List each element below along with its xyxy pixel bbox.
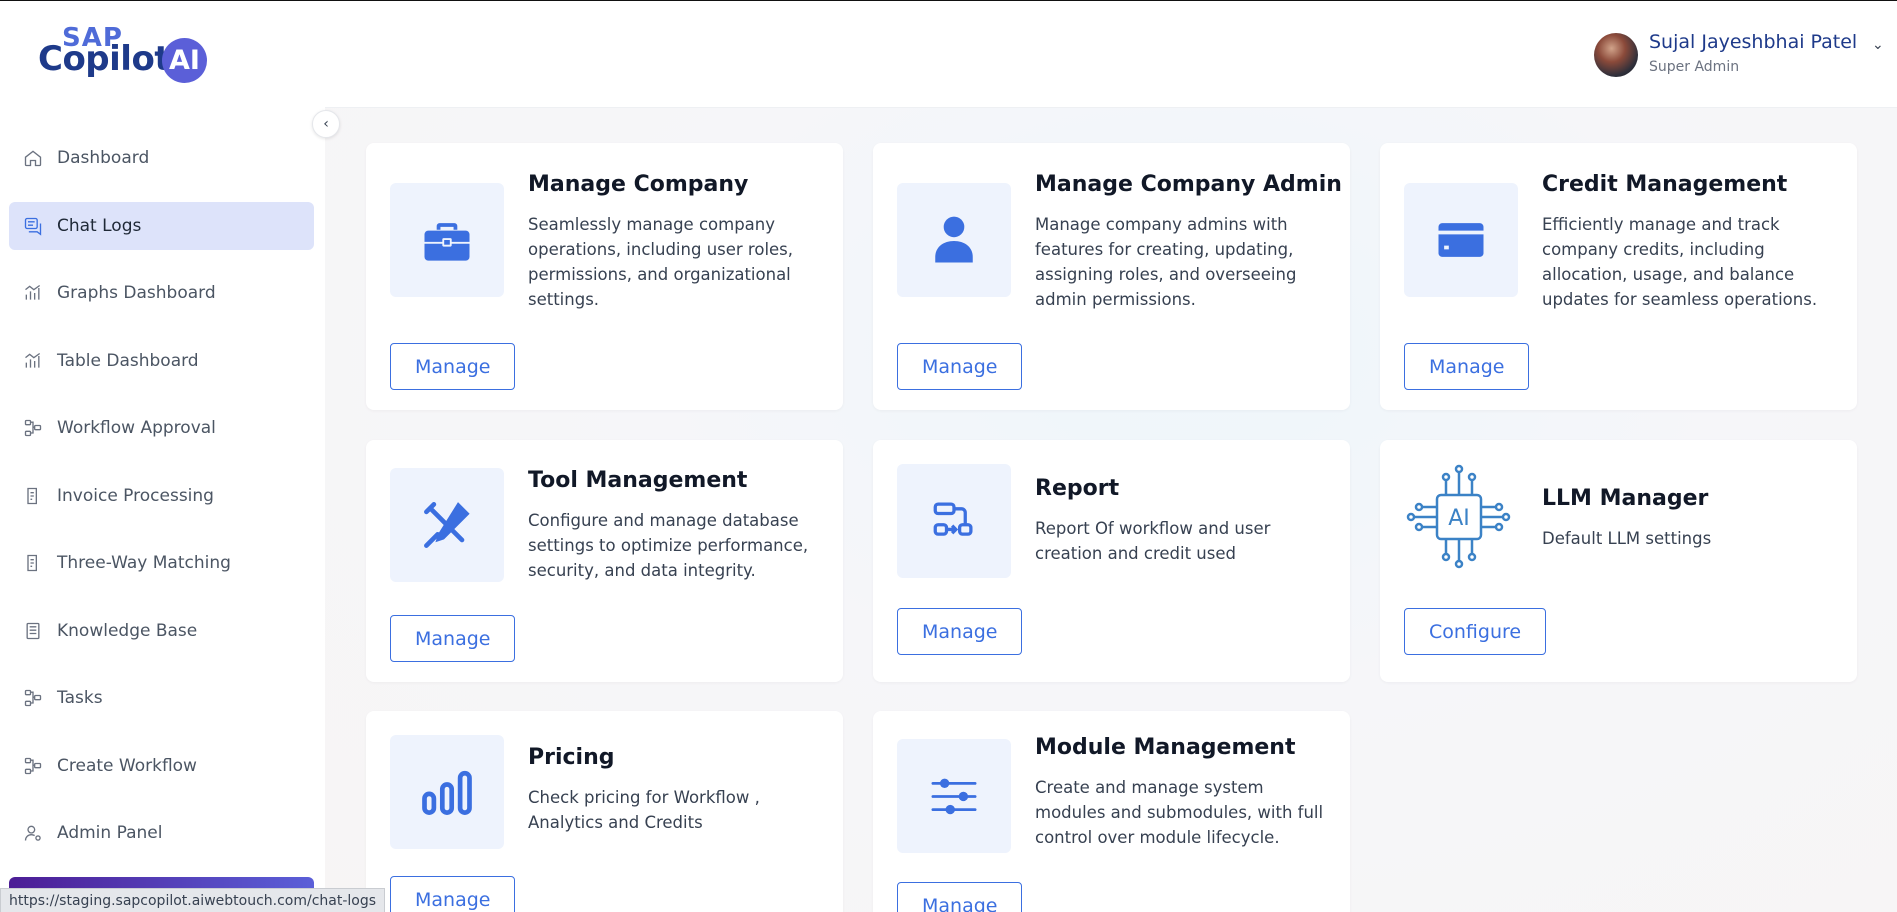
sidebar-item-create-workflow[interactable]: Create Workflow: [9, 742, 314, 790]
card-description: Configure and manage database settings t…: [528, 511, 809, 580]
svg-text:AI: AI: [1448, 506, 1470, 531]
configure-llm-button[interactable]: Configure: [1404, 608, 1547, 655]
card-module-management: Module Management Create and manage syst…: [873, 711, 1350, 912]
user-name: Sujal Jayeshbhai Patel: [1649, 31, 1858, 53]
sidebar-item-workflow-approval[interactable]: Workflow Approval: [9, 404, 314, 452]
sidebar-item-label: Graphs Dashboard: [57, 283, 216, 303]
card-title: Pricing: [528, 745, 615, 770]
card-description: Manage company admins with features for …: [1035, 215, 1297, 309]
card-description: Default LLM settings: [1542, 529, 1712, 548]
sidebar-item-graphs-dashboard[interactable]: Graphs Dashboard: [9, 269, 314, 317]
tools-icon: [390, 468, 504, 582]
sidebar-item-dashboard[interactable]: Dashboard: [9, 134, 314, 182]
user-role: Super Admin: [1649, 59, 1740, 75]
manage-modules-button[interactable]: Manage: [897, 882, 1023, 912]
sidebar-item-label: Table Dashboard: [57, 350, 199, 371]
user-gear-icon: [23, 823, 43, 843]
card-title: Manage Company Admin: [1035, 172, 1342, 197]
sliders-icon: [897, 739, 1011, 853]
book-icon: [23, 621, 43, 641]
card-title: Manage Company: [528, 172, 749, 197]
sidebar-item-label: Workflow Approval: [57, 418, 216, 438]
sidebar-item-label: Knowledge Base: [57, 620, 198, 641]
manage-tools-button[interactable]: Manage: [390, 615, 516, 662]
card-description: Seamlessly manage company operations, in…: [528, 215, 794, 309]
avatar: [1594, 33, 1638, 77]
logo-bubble-tail: [192, 71, 202, 81]
card-tool-management: Tool Management Configure and manage dat…: [366, 440, 843, 682]
ai-chip-icon: AI: [1404, 462, 1514, 572]
sidebar-item-tasks[interactable]: Tasks: [9, 674, 314, 722]
sidebar-item-label: Dashboard: [57, 148, 150, 168]
sidebar-item-label: Chat Logs: [57, 215, 142, 236]
browser-status-url: https://staging.sapcopilot.aiwebtouch.co…: [0, 888, 386, 912]
card-title: Credit Management: [1542, 172, 1788, 197]
bar-chart-icon: [23, 283, 43, 303]
sidebar: SAP Copilot AI Dashboard Chat Logs Graph…: [0, 1, 325, 912]
workflow-icon: [23, 688, 43, 708]
chevron-down-icon: ⌄: [1872, 37, 1884, 53]
pricing-bars-icon: [390, 735, 504, 849]
manage-company-button[interactable]: Manage: [390, 343, 516, 390]
document-icon: [23, 553, 43, 573]
card-description: Create and manage system modules and sub…: [1035, 778, 1324, 847]
document-icon: [23, 486, 43, 506]
sidebar-nav: Dashboard Chat Logs Graphs Dashboard Tab…: [9, 134, 314, 877]
manage-pricing-button[interactable]: Manage: [390, 876, 516, 912]
card-title: LLM Manager: [1542, 486, 1709, 511]
card-manage-company-admin: Manage Company Admin Manage company admi…: [873, 143, 1350, 410]
sidebar-item-chat-logs[interactable]: Chat Logs: [9, 201, 314, 250]
card-title: Report: [1035, 476, 1120, 501]
card-pricing: Pricing Check pricing for Workflow , Ana…: [366, 711, 843, 912]
chat-icon: [23, 216, 43, 236]
card-description: Efficiently manage and track company cre…: [1542, 215, 1818, 309]
sidebar-item-label: Create Workflow: [57, 755, 197, 776]
manage-report-button[interactable]: Manage: [897, 608, 1023, 655]
logo[interactable]: SAP Copilot AI: [38, 23, 228, 87]
sidebar-item-invoice-processing[interactable]: Invoice Processing: [9, 472, 314, 520]
admin-cards-grid: Manage Company Seamlessly manage company…: [325, 107, 1897, 912]
card-description: Report Of workflow and user creation and…: [1035, 519, 1271, 563]
logo-copilot-text: Copilot: [38, 39, 171, 79]
card-llm-manager: AI LLM Manager Default LLM settings Conf…: [1380, 440, 1857, 682]
briefcase-icon: [390, 183, 504, 297]
user-menu[interactable]: Sujal Jayeshbhai Patel Super Admin ⌄: [1594, 31, 1894, 81]
card-manage-company: Manage Company Seamlessly manage company…: [366, 143, 843, 410]
card-description: Check pricing for Workflow , Analytics a…: [528, 788, 760, 832]
report-flow-icon: [897, 464, 1011, 578]
credit-card-icon: [1404, 183, 1518, 297]
sidebar-item-admin-panel[interactable]: Admin Panel: [9, 809, 314, 857]
home-icon: [23, 148, 43, 168]
card-title: Module Management: [1035, 735, 1296, 760]
card-report: Report Report Of workflow and user creat…: [873, 440, 1350, 682]
workflow-icon: [23, 418, 43, 438]
sidebar-item-table-dashboard[interactable]: Table Dashboard: [9, 337, 314, 385]
bar-chart-icon: [23, 351, 43, 371]
sidebar-item-knowledge-base[interactable]: Knowledge Base: [9, 607, 314, 655]
manage-company-admin-button[interactable]: Manage: [897, 343, 1023, 390]
sidebar-item-label: Admin Panel: [57, 823, 163, 843]
sidebar-item-label: Invoice Processing: [57, 485, 214, 506]
user-icon: [897, 183, 1011, 297]
chevron-left-icon: ‹: [323, 116, 329, 132]
workflow-icon: [23, 756, 43, 776]
sidebar-item-three-way-matching[interactable]: Three-Way Matching: [9, 539, 314, 587]
card-credit-management: Credit Management Efficiently manage and…: [1380, 143, 1857, 410]
manage-credit-button[interactable]: Manage: [1404, 343, 1530, 390]
sidebar-collapse-button[interactable]: ‹: [312, 110, 340, 138]
sidebar-item-label: Three-Way Matching: [57, 553, 231, 573]
card-title: Tool Management: [528, 468, 748, 493]
sidebar-item-label: Tasks: [57, 688, 103, 708]
